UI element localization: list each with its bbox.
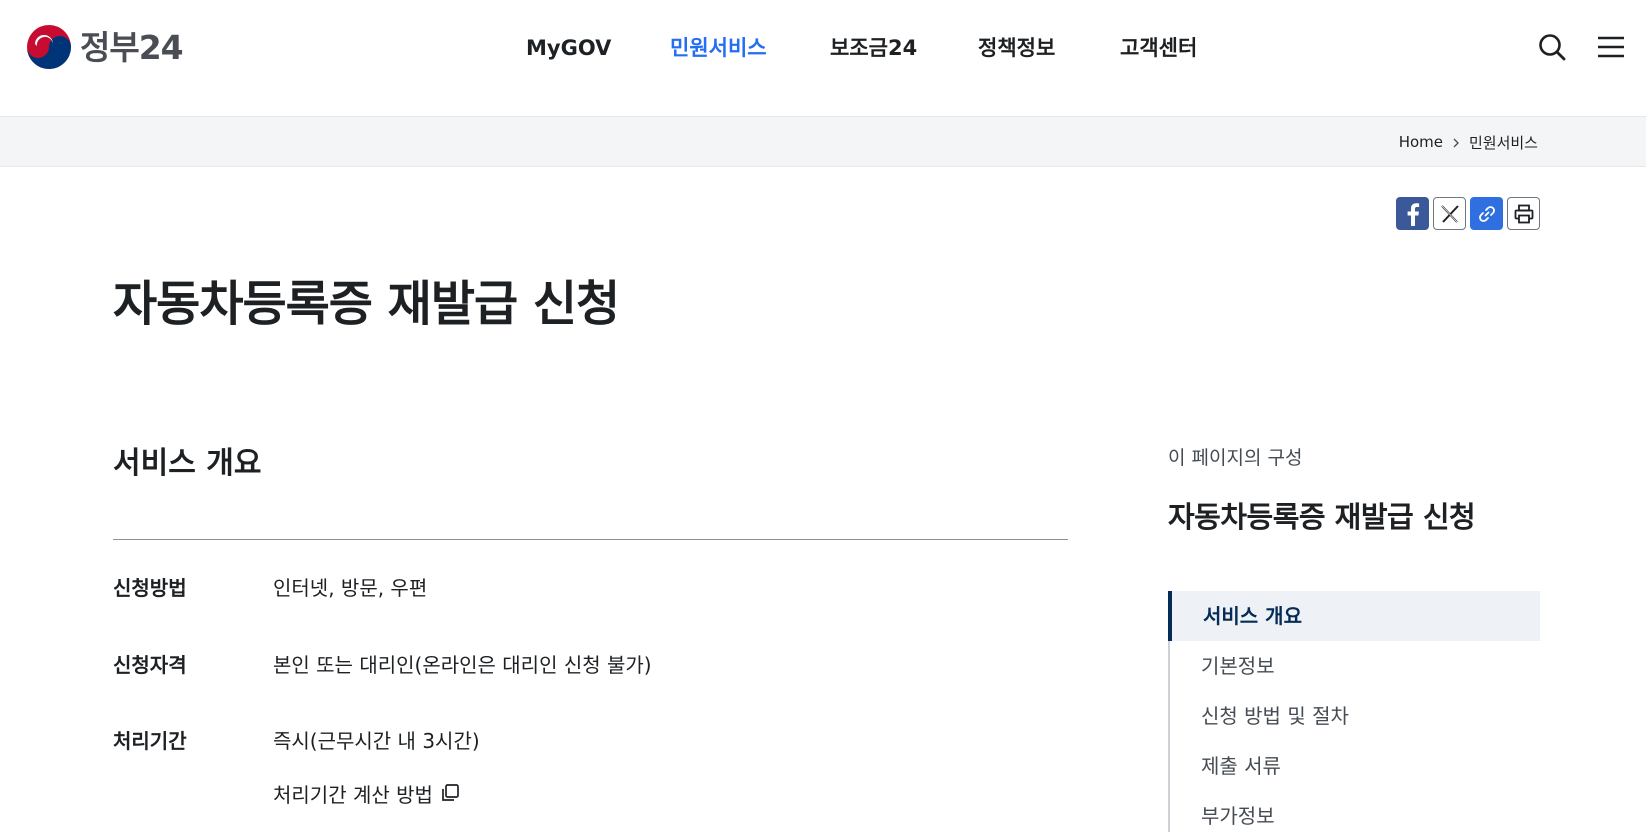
menu-icon[interactable] xyxy=(1595,31,1627,63)
print-button[interactable] xyxy=(1507,197,1540,230)
info-row-eligibility: 신청자격 본인 또는 대리인(온라인은 대리인 신청 불가) xyxy=(113,650,1068,680)
nav-item-customer-center[interactable]: 고객센터 xyxy=(1120,30,1197,66)
nav-item-civil-service[interactable]: 민원서비스 xyxy=(670,30,767,66)
section-divider xyxy=(113,539,1068,540)
toc-title: 자동차등록증 재발급 신청 xyxy=(1168,500,1476,534)
popup-window-icon xyxy=(442,784,459,801)
toc-item-documents[interactable]: 제출 서류 xyxy=(1170,741,1540,791)
x-icon xyxy=(1440,204,1459,223)
toc-item-basic-info[interactable]: 기본정보 xyxy=(1170,641,1540,691)
share-toolbar xyxy=(1396,197,1540,230)
info-value: 즉시(근무시간 내 3시간) xyxy=(273,729,480,753)
facebook-share-button[interactable] xyxy=(1396,197,1429,230)
info-value: 본인 또는 대리인(온라인은 대리인 신청 불가) xyxy=(273,653,652,677)
breadcrumb-current[interactable]: 민원서비스 xyxy=(1469,132,1538,153)
facebook-icon xyxy=(1407,202,1419,226)
page-title: 자동차등록증 재발급 신청 xyxy=(113,276,620,332)
x-share-button[interactable] xyxy=(1433,197,1466,230)
toc-item-application-procedure[interactable]: 신청 방법 및 절차 xyxy=(1170,691,1540,741)
print-icon xyxy=(1514,204,1533,223)
breadcrumb-bar: Home 민원서비스 xyxy=(0,117,1646,167)
toc-item-overview[interactable]: 서비스 개요 xyxy=(1168,591,1540,641)
site-header: 정부24 MyGOV 민원서비스 보조금24 정책정보 고객센터 xyxy=(0,0,1646,117)
main-nav: MyGOV 민원서비스 보조금24 정책정보 고객센터 xyxy=(0,30,1646,66)
chevron-right-icon xyxy=(1451,136,1461,148)
nav-item-mygov[interactable]: MyGOV xyxy=(526,30,611,66)
toc-item-additional-info[interactable]: 부가정보 xyxy=(1170,791,1540,832)
nav-item-policy-info[interactable]: 정책정보 xyxy=(978,30,1055,66)
info-label: 신청방법 xyxy=(113,576,187,600)
copy-link-button[interactable] xyxy=(1470,197,1503,230)
processing-time-calc-link[interactable]: 처리기간 계산 방법 xyxy=(273,778,461,808)
info-label: 처리기간 xyxy=(113,729,187,753)
search-icon[interactable] xyxy=(1536,31,1568,63)
section-title-overview: 서비스 개요 xyxy=(113,446,262,481)
calc-link-label: 처리기간 계산 방법 xyxy=(273,782,433,807)
page-toc: 서비스 개요 기본정보 신청 방법 및 절차 제출 서류 부가정보 xyxy=(1168,591,1540,832)
toc-label: 이 페이지의 구성 xyxy=(1168,447,1303,469)
info-row-method: 신청방법 인터넷, 방문, 우편 xyxy=(113,573,1068,603)
info-label: 신청자격 xyxy=(113,653,187,677)
breadcrumb-home[interactable]: Home xyxy=(1399,133,1443,151)
breadcrumb: Home 민원서비스 xyxy=(1399,117,1538,167)
nav-item-subsidy24[interactable]: 보조금24 xyxy=(830,30,917,66)
info-value: 인터넷, 방문, 우편 xyxy=(273,576,428,600)
info-row-processing-time: 처리기간 즉시(근무시간 내 3시간) xyxy=(113,726,1068,756)
link-icon xyxy=(1478,205,1495,222)
